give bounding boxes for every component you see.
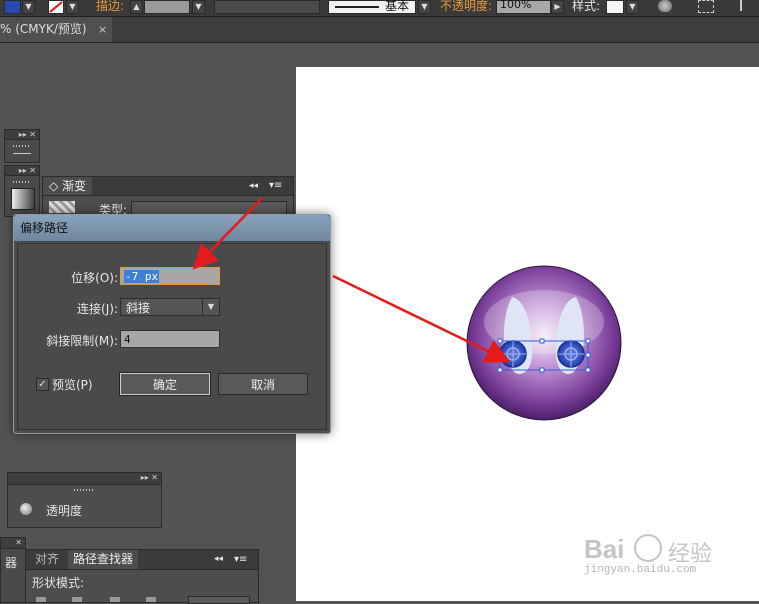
opacity-label[interactable]: 不透明度:: [440, 0, 492, 14]
expand-button[interactable]: [188, 596, 250, 604]
document-tab-title: % (CMYK/预览): [0, 22, 87, 36]
collapsed-panel-header[interactable]: ▸▸ ✕: [5, 130, 39, 140]
dialog-title-bar[interactable]: 偏移路径: [14, 215, 330, 242]
miter-limit-input[interactable]: 4: [120, 330, 220, 348]
stroke-weight-stepper[interactable]: ▲: [130, 0, 143, 14]
collapsed-panel-1: ▸▸ ✕: [4, 129, 40, 163]
brush-stroke-line: [335, 6, 379, 8]
fill-dropdown[interactable]: ▼: [22, 0, 35, 14]
panel-grip[interactable]: [13, 145, 31, 147]
offset-path-dialog: 偏移路径 位移(O): -7 px 连接(J): 斜接 ▼ 斜接限制(M): 4…: [13, 214, 331, 434]
offset-input[interactable]: -7 px: [120, 267, 220, 285]
join-label: 连接(J):: [77, 302, 118, 316]
offset-value: -7 px: [124, 270, 160, 283]
miter-limit-value: 4: [124, 333, 131, 346]
transparency-icon[interactable]: [20, 503, 32, 515]
variable-width-profile[interactable]: [214, 0, 320, 14]
opacity-field[interactable]: 100%: [496, 0, 551, 14]
baidu-watermark: Bai 经验 jingyan.baidu.com: [584, 534, 756, 582]
tab-align[interactable]: 对齐: [30, 550, 64, 569]
graphic-style-swatch[interactable]: [606, 0, 624, 14]
left-edge-panel-header[interactable]: ✕: [1, 538, 25, 549]
brush-style-label: 基本: [385, 0, 410, 13]
artwork-canvas: [466, 265, 622, 421]
pathfinder-panel-header: 对齐 路径查找器 ◂◂ ▾≡: [26, 550, 258, 570]
align-options-icon[interactable]: [698, 0, 714, 13]
brush-definition[interactable]: 基本: [328, 0, 416, 14]
stroke-color-swatch[interactable]: [48, 0, 64, 14]
panel-grip[interactable]: [74, 489, 95, 491]
panel-divider: [13, 153, 31, 154]
gradient-panel-header: ◇ 渐变 ◂◂ ▾≡: [43, 177, 293, 196]
exclude-button[interactable]: [146, 597, 156, 602]
ok-button-label: 确定: [152, 378, 177, 392]
none-stroke-icon: [49, 1, 63, 13]
gradient-tab-label: 渐变: [62, 179, 87, 193]
collapse-icon[interactable]: ◂◂: [214, 550, 223, 569]
shape-modes-label: 形状模式:: [32, 576, 85, 590]
paw-logo: [634, 534, 662, 562]
artboard[interactable]: [296, 67, 759, 601]
control-bar: ▼ ▼ 描边: ▲ ▼ 基本 ▼ 不透明度: 100% ▶ 样式: ▼: [0, 0, 759, 17]
style-label: 样式:: [572, 0, 601, 13]
join-value: 斜接: [126, 301, 151, 315]
minus-front-button[interactable]: [72, 597, 82, 602]
miter-limit-label: 斜接限制(M):: [46, 334, 118, 348]
tab-pathfinder[interactable]: 路径查找器: [68, 550, 139, 569]
right-eye[interactable]: [557, 340, 585, 368]
cancel-button-label: 取消: [250, 378, 275, 392]
preview-label[interactable]: 预览(P): [52, 376, 93, 393]
transparency-panel-header[interactable]: ▸▸ ✕: [8, 473, 161, 485]
brush-dropdown[interactable]: ▼: [418, 0, 431, 14]
stroke-dropdown[interactable]: ▼: [66, 0, 79, 14]
join-select[interactable]: 斜接 ▼: [120, 298, 220, 316]
document-tab-bar: [0, 17, 759, 43]
gradient-panel: ◇ 渐变 ◂◂ ▾≡ 类型:: [42, 176, 294, 218]
dialog-title: 偏移路径: [20, 221, 69, 235]
stroke-label[interactable]: 描边:: [96, 0, 124, 14]
stroke-weight-field[interactable]: [144, 0, 190, 14]
fill-color-swatch[interactable]: [4, 0, 21, 14]
gradient-preview-swatch[interactable]: [49, 201, 75, 213]
watermark-brand: Bai: [584, 534, 625, 564]
collapsed-panel-header[interactable]: ▸▸ ✕: [5, 166, 39, 176]
recolor-artwork-icon[interactable]: [658, 0, 672, 12]
preview-checkbox[interactable]: ✓: [36, 378, 49, 391]
offset-label: 位移(O):: [71, 271, 118, 285]
left-edge-panel: ✕ 器: [0, 537, 26, 603]
pathfinder-panel: 对齐 路径查找器 ◂◂ ▾≡ 形状模式:: [25, 549, 259, 604]
collapse-icon[interactable]: ◂◂: [249, 177, 258, 195]
transparency-panel: ▸▸ ✕ 透明度: [7, 472, 162, 528]
collapsed-panel-2: ▸▸ ✕: [4, 165, 40, 217]
watermark-url: jingyan.baidu.com: [584, 564, 697, 576]
tab-gradient[interactable]: ◇ 渐变: [43, 177, 93, 195]
transparency-label[interactable]: 透明度: [46, 502, 82, 519]
panel-menu-icon[interactable]: ▾≡: [269, 177, 282, 195]
dialog-body: 位移(O): -7 px 连接(J): 斜接 ▼ 斜接限制(M): 4 ✓ 预览…: [17, 243, 327, 430]
left-edge-panel-label[interactable]: 器: [5, 554, 17, 571]
arrange-icon[interactable]: [740, 0, 752, 11]
panel-menu-icon[interactable]: ▾≡: [234, 550, 247, 569]
chevron-down-icon: ▼: [202, 299, 219, 315]
opacity-dropdown[interactable]: ▶: [551, 0, 564, 14]
gradient-panel-icon[interactable]: [11, 188, 35, 210]
left-eye[interactable]: [499, 340, 527, 368]
close-icon[interactable]: ×: [98, 17, 107, 42]
panel-grip[interactable]: [13, 181, 31, 183]
document-tab[interactable]: % (CMYK/预览) ×: [0, 17, 112, 42]
intersect-button[interactable]: [110, 597, 120, 602]
unite-button[interactable]: [36, 597, 46, 602]
stroke-weight-dropdown[interactable]: ▼: [192, 0, 205, 14]
cancel-button[interactable]: 取消: [218, 373, 308, 395]
ok-button[interactable]: 确定: [119, 372, 211, 396]
opacity-value: 100%: [500, 0, 532, 11]
graphic-style-dropdown[interactable]: ▼: [626, 0, 639, 14]
